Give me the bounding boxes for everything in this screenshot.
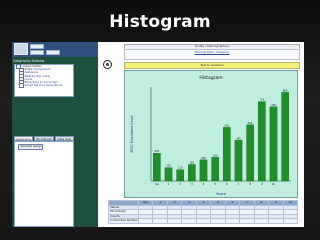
left-panel: Geography Selector United States State Co… <box>12 42 98 227</box>
account-field-2[interactable] <box>30 50 44 55</box>
main-area: Profile / Demographics Demographic Categ… <box>98 42 304 227</box>
app-screenshot: Geography Selector United States State Co… <box>12 42 304 227</box>
avatar <box>14 43 28 55</box>
bar-value-label: 160 <box>190 162 195 165</box>
x-tick-label: 8 <box>249 182 251 186</box>
table-row: Cumulative Number <box>108 218 299 224</box>
bar <box>153 153 161 182</box>
bar <box>246 124 254 182</box>
x-tick-label: 3 <box>191 182 193 186</box>
bar-value-label: 110 <box>178 167 183 170</box>
table-cell <box>282 218 299 224</box>
bar-value-label: 545 <box>248 122 253 125</box>
table-cell <box>181 218 197 224</box>
account-bar <box>12 42 98 57</box>
bar-value-label: 205 <box>201 157 206 160</box>
bar <box>164 167 173 182</box>
category-box: Demographic Category <box>124 49 300 60</box>
x-tick-label: 7 <box>238 182 240 186</box>
bar-value-label: 770 <box>260 99 265 102</box>
chart-frame: Histogram EPSC Enrollment Count 270 n/a 130 1… <box>124 70 298 198</box>
chart-title: Histogram <box>199 75 222 81</box>
x-tick-label: 2 <box>179 182 181 186</box>
bar-value-label: 395 <box>236 137 241 140</box>
x-tick-label: 6 <box>226 182 228 186</box>
account-field-1[interactable] <box>30 44 44 49</box>
bar <box>269 106 278 182</box>
logo-icon <box>103 60 112 69</box>
category-link[interactable]: Demographic Category <box>125 50 299 54</box>
selected-geography[interactable]: Selected Geography <box>18 144 43 150</box>
bar <box>258 101 266 182</box>
bar-value-label: 860 <box>283 89 288 92</box>
table-cell <box>152 218 168 224</box>
bar-value-label: 230 <box>213 154 218 157</box>
x-tick-label: 1 <box>168 182 170 186</box>
table-cell <box>253 218 270 224</box>
tree-item-label: Small Service Area Name <box>24 83 63 88</box>
x-tick-label: n/a <box>155 182 160 186</box>
x-tick-label: 10 <box>272 182 276 186</box>
table-cell <box>195 218 212 224</box>
bar <box>199 159 208 182</box>
bar <box>176 169 184 182</box>
bar-value-label: 720 <box>271 104 276 107</box>
tab-pane: Selected Geography <box>14 141 74 227</box>
tree-item[interactable]: Small Service Area Name <box>19 83 73 88</box>
table-cell <box>224 218 241 224</box>
bar-value-label: 270 <box>155 150 160 153</box>
histogram-chart: Histogram EPSC Enrollment Count 270 n/a 130 1… <box>130 75 291 196</box>
bar-value-label: 520 <box>225 124 230 127</box>
slide-title: Histogram <box>109 12 211 32</box>
geography-selector-label: Geography Selector <box>13 59 45 63</box>
x-tick-label: 9 <box>261 182 263 186</box>
bar <box>188 164 196 182</box>
table-cell <box>166 218 183 224</box>
account-field-3[interactable] <box>46 50 60 55</box>
bar-value-label: 130 <box>166 165 171 168</box>
x-tick-label: 5 <box>214 182 216 186</box>
geography-tree: United States State Comparison Alabama Near… <box>14 64 74 97</box>
x-tick-label: 4 <box>203 182 205 186</box>
table-cell <box>239 218 255 224</box>
table-cell <box>137 218 154 224</box>
bar <box>211 157 219 182</box>
table-cell: Cumulative Number <box>108 218 139 224</box>
bar <box>234 140 243 182</box>
score-table: N/A 1 2 3 4 5 6 7 8 9 10 Values Percentage Counts Cumu… <box>108 200 299 224</box>
y-axis-label: EPSC Enrollment Count <box>130 115 134 153</box>
bar <box>223 127 231 182</box>
table-cell <box>268 218 284 224</box>
checkbox-icon[interactable] <box>19 83 24 88</box>
table-cell <box>210 218 226 224</box>
x-axis-label: Score <box>216 192 226 196</box>
bar <box>281 92 289 182</box>
highlight-bar: Test & Graphics <box>124 62 300 69</box>
